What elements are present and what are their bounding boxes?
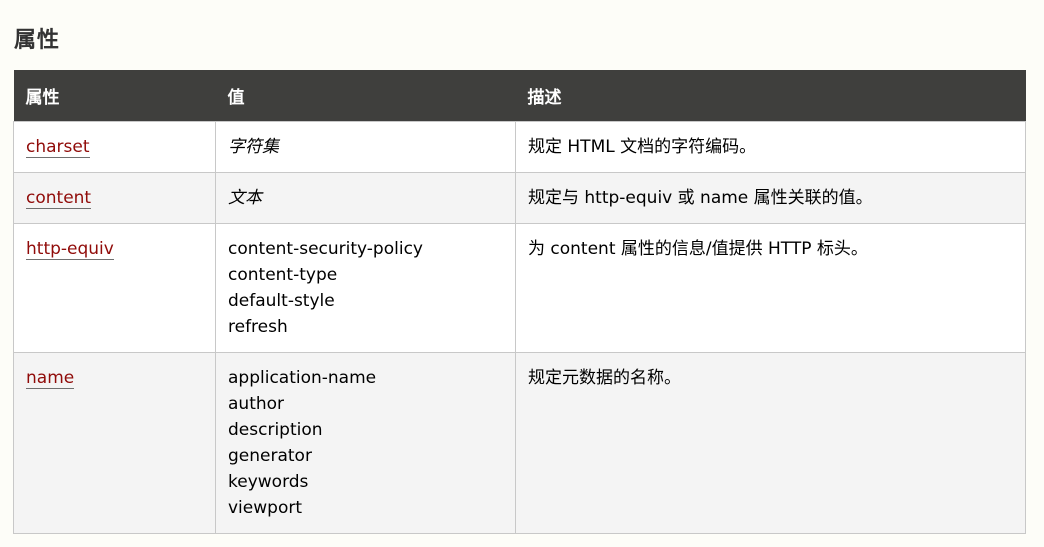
- attribute-cell: content: [13, 172, 216, 224]
- table-row: name application-name author description…: [13, 352, 1026, 534]
- value-item: description: [228, 420, 323, 440]
- value-item: keywords: [228, 472, 309, 492]
- table-row: http-equiv content-security-policy conte…: [13, 223, 1026, 353]
- value-cell: 文本: [215, 172, 516, 224]
- header-attribute: 属性: [13, 70, 216, 122]
- value-item: application-name: [228, 368, 377, 388]
- attributes-table: 属性 值 描述 charset 字符集 规定 HTML 文档的字符编码。 con…: [13, 70, 1026, 534]
- value-item: refresh: [228, 317, 288, 337]
- description-cell: 为 content 属性的信息/值提供 HTTP 标头。: [515, 223, 1026, 353]
- table-row: charset 字符集 规定 HTML 文档的字符编码。: [13, 121, 1026, 173]
- header-description: 描述: [515, 70, 1026, 122]
- attribute-link-http-equiv[interactable]: http-equiv: [26, 239, 114, 260]
- value-item: generator: [228, 446, 312, 466]
- attribute-cell: charset: [13, 121, 216, 173]
- value-item: content-security-policy: [228, 239, 423, 259]
- value-cell: content-security-policy content-type def…: [215, 223, 516, 353]
- description-cell: 规定 HTML 文档的字符编码。: [515, 121, 1026, 173]
- table-header: 属性 值 描述: [13, 70, 1026, 122]
- value-item: viewport: [228, 498, 302, 518]
- attribute-link-charset[interactable]: charset: [26, 137, 90, 158]
- value-text: 文本: [228, 188, 262, 208]
- attribute-cell: name: [13, 352, 216, 534]
- value-item: author: [228, 394, 285, 414]
- attribute-link-name[interactable]: name: [26, 368, 75, 389]
- attribute-link-content[interactable]: content: [26, 188, 92, 209]
- description-cell: 规定元数据的名称。: [515, 352, 1026, 534]
- value-cell: 字符集: [215, 121, 516, 173]
- section-title: 属性: [14, 28, 61, 53]
- header-row: 属性 值 描述: [13, 70, 1026, 122]
- value-item: content-type: [228, 265, 338, 285]
- description-cell: 规定与 http-equiv 或 name 属性关联的值。: [515, 172, 1026, 224]
- value-text: 字符集: [228, 137, 279, 157]
- value-cell: application-name author description gene…: [215, 352, 516, 534]
- table-body: charset 字符集 规定 HTML 文档的字符编码。 content 文本 …: [13, 121, 1026, 534]
- header-value: 值: [215, 70, 516, 122]
- table-row: content 文本 规定与 http-equiv 或 name 属性关联的值。: [13, 172, 1026, 224]
- value-item: default-style: [228, 291, 335, 311]
- attribute-cell: http-equiv: [13, 223, 216, 353]
